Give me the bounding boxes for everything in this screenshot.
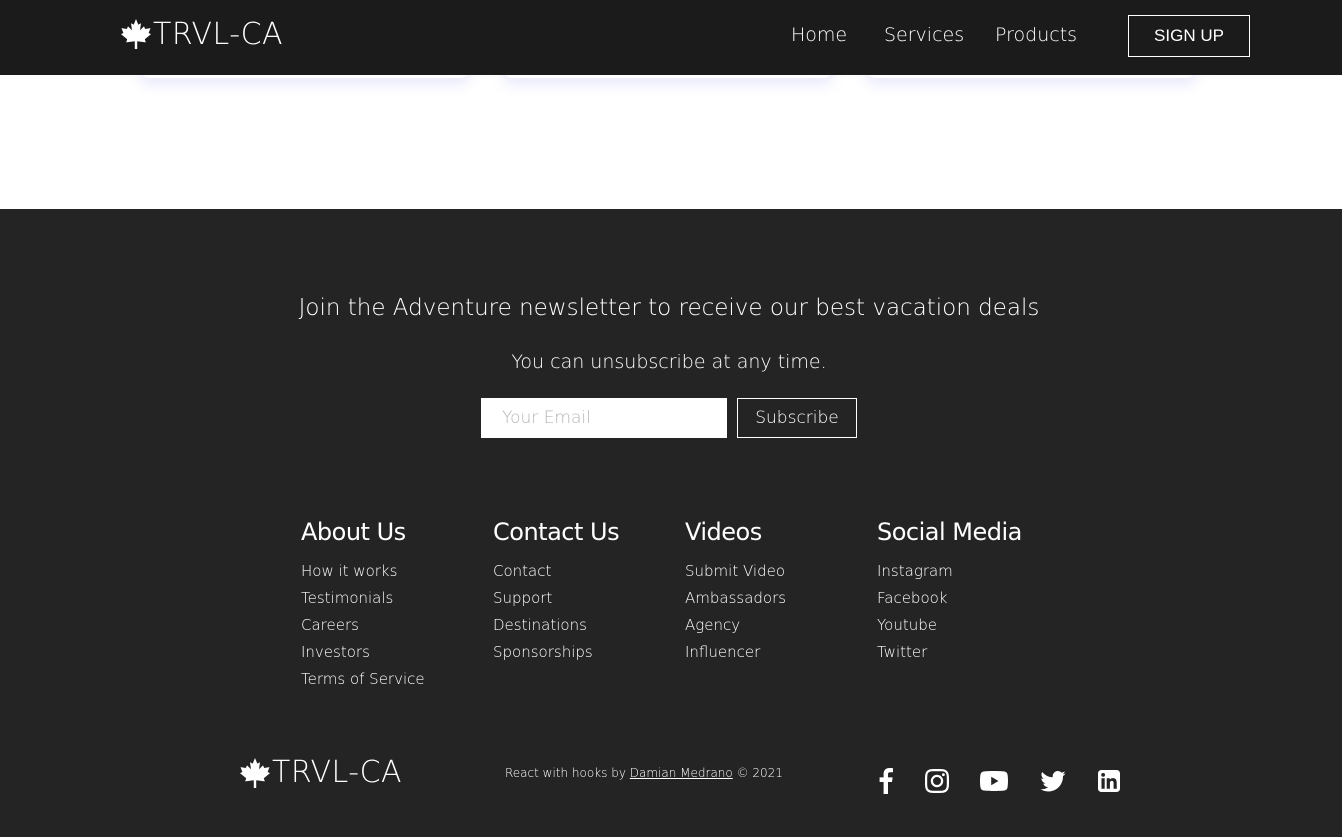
logo-text: TRVL-CA <box>153 16 284 52</box>
footer-logo[interactable]: TRVL-CA <box>239 755 402 790</box>
credit-text: React with hooks by Damian Medrano © 202… <box>505 766 783 780</box>
credit-prefix: React with hooks by <box>505 766 630 780</box>
footer-link[interactable]: Careers <box>301 612 491 639</box>
navbar-logo[interactable]: TRVL-CA <box>120 14 283 54</box>
facebook-icon[interactable] <box>871 767 901 795</box>
twitter-icon[interactable] <box>1038 767 1068 795</box>
footer-link[interactable]: Terms of Service <box>301 666 491 693</box>
newsletter-heading: Join the Adventure newsletter to receive… <box>298 295 1040 321</box>
footer-link[interactable]: Influencer <box>685 639 875 666</box>
maple-leaf-icon <box>120 18 152 50</box>
footer-link[interactable]: Ambassadors <box>685 585 875 612</box>
footer-link[interactable]: Agency <box>685 612 875 639</box>
footer-link[interactable]: Support <box>493 585 683 612</box>
linkedin-icon[interactable] <box>1094 767 1124 795</box>
credit-suffix: © 2021 <box>732 766 783 780</box>
footer-link[interactable]: Submit Video <box>685 558 875 585</box>
maple-leaf-icon <box>239 757 271 789</box>
youtube-icon[interactable] <box>979 767 1009 795</box>
navbar: TRVL-CA Home Services Products SIGN UP <box>0 0 1342 75</box>
footer-column-social: Social Media Instagram Facebook Youtube … <box>877 518 1067 666</box>
newsletter-subtext: You can unsubscribe at any time. <box>511 351 827 373</box>
footer-column-contact: Contact Us Contact Support Destinations … <box>493 518 683 666</box>
footer-link[interactable]: Facebook <box>877 585 1067 612</box>
nav-link-home[interactable]: Home <box>791 24 847 46</box>
footer-link[interactable]: How it works <box>301 558 491 585</box>
footer-link[interactable]: Testimonials <box>301 585 491 612</box>
footer: Join the Adventure newsletter to receive… <box>0 209 1342 837</box>
nav-link-services[interactable]: Services <box>884 24 964 46</box>
column-title: About Us <box>301 518 406 546</box>
footer-link[interactable]: Twitter <box>877 639 1067 666</box>
signup-button[interactable]: SIGN UP <box>1128 15 1250 57</box>
footer-link[interactable]: Destinations <box>493 612 683 639</box>
footer-link[interactable]: Instagram <box>877 558 1067 585</box>
footer-column-about: About Us How it works Testimonials Caree… <box>301 518 491 693</box>
footer-link[interactable]: Investors <box>301 639 491 666</box>
nav-link-products[interactable]: Products <box>995 24 1077 46</box>
footer-logo-text: TRVL-CA <box>272 755 403 790</box>
author-link[interactable]: Damian Medrano <box>630 766 733 780</box>
email-input[interactable] <box>481 398 727 438</box>
column-title: Videos <box>685 518 762 546</box>
column-title: Social Media <box>877 518 1022 546</box>
subscribe-button[interactable]: Subscribe <box>737 398 857 438</box>
instagram-icon[interactable] <box>922 767 952 795</box>
footer-link[interactable]: Contact <box>493 558 683 585</box>
footer-column-videos: Videos Submit Video Ambassadors Agency I… <box>685 518 875 666</box>
footer-link[interactable]: Youtube <box>877 612 1067 639</box>
column-title: Contact Us <box>493 518 620 546</box>
footer-link[interactable]: Sponsorships <box>493 639 683 666</box>
